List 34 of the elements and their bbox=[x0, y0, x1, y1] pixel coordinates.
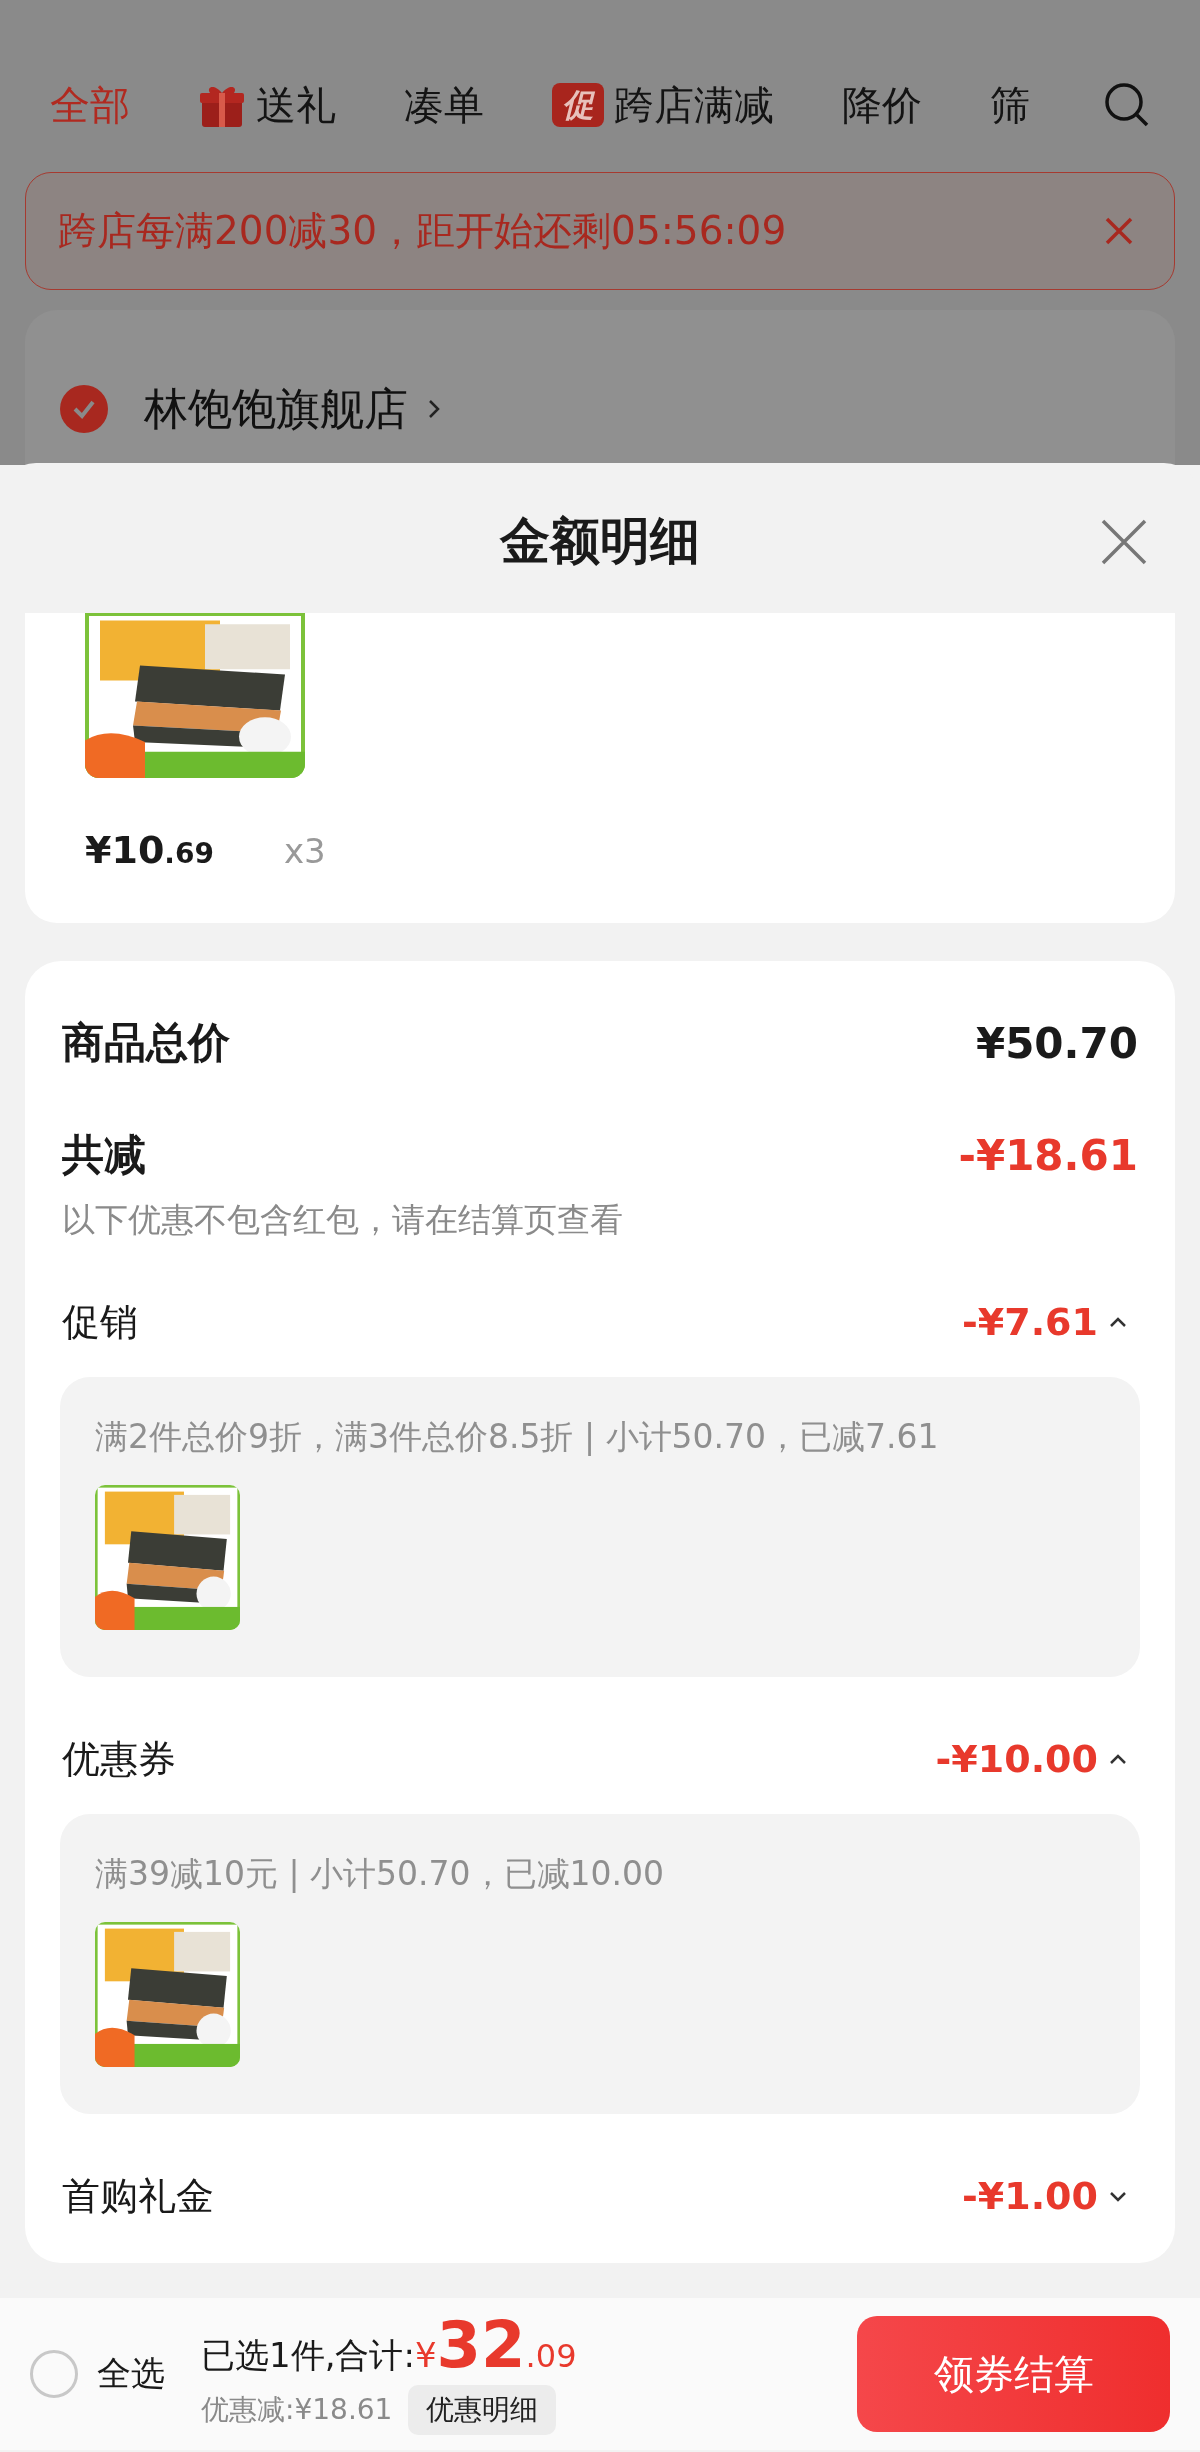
sheet-title: 金额明细 bbox=[500, 512, 700, 570]
checkout-button[interactable]: 领券结算 bbox=[857, 2316, 1170, 2432]
product-price: ¥10.69 bbox=[85, 828, 214, 872]
select-all-label[interactable]: 全选 bbox=[97, 2351, 165, 2397]
discount-amount: -¥1.00 bbox=[962, 2174, 1098, 2218]
filter-tab[interactable]: 凑单 bbox=[404, 75, 484, 135]
discount-amount: -¥10.00 bbox=[935, 1737, 1098, 1781]
search-icon[interactable] bbox=[1103, 81, 1151, 129]
discount-note: 以下优惠不包含红包，请在结算页查看 bbox=[62, 1200, 624, 1240]
close-icon[interactable] bbox=[1100, 518, 1148, 566]
discount-label: 首购礼金 bbox=[62, 2172, 215, 2220]
promo-badge: 促 bbox=[552, 83, 604, 127]
filter-tab[interactable]: 降价 bbox=[842, 75, 922, 135]
discount-total-label: 共减 bbox=[62, 1129, 147, 1181]
total-label: 商品总价 bbox=[62, 1017, 231, 1069]
saving-text: 优惠减:¥18.61 bbox=[201, 2392, 393, 2428]
select-all-checkbox[interactable] bbox=[30, 2350, 78, 2398]
store-checkbox[interactable] bbox=[60, 385, 108, 433]
discount-detail-text: 满39减10元 | 小计50.70，已减10.00 bbox=[95, 1853, 666, 1895]
chevron-right-icon bbox=[428, 399, 440, 419]
quantity-text: x3 bbox=[283, 831, 326, 871]
filter-tab[interactable]: 送礼 bbox=[198, 75, 336, 135]
discount-label: 优惠券 bbox=[62, 1735, 177, 1783]
total-amount: ¥50.70 bbox=[975, 1018, 1138, 1068]
filter-tab[interactable]: 促 跨店满减 bbox=[552, 75, 774, 135]
discount-label: 促销 bbox=[62, 1298, 139, 1346]
discount-detail-button[interactable]: 优惠明细 bbox=[408, 2385, 557, 2435]
banner-text: 跨店每满200减30，距开始还剩05:56:09 bbox=[58, 207, 788, 255]
discount-detail-text: 满2件总价9折，满3件总价8.5折 | 小计50.70，已减7.61 bbox=[95, 1416, 940, 1458]
filter-tab[interactable]: 筛 bbox=[990, 75, 1030, 135]
store-name[interactable]: 林饱饱旗舰店 bbox=[144, 385, 408, 433]
total-text: 已选1件,合计:¥32.09 bbox=[201, 2313, 578, 2379]
discount-total-amount: -¥18.61 bbox=[958, 1130, 1138, 1180]
discount-amount: -¥7.61 bbox=[962, 1300, 1098, 1344]
